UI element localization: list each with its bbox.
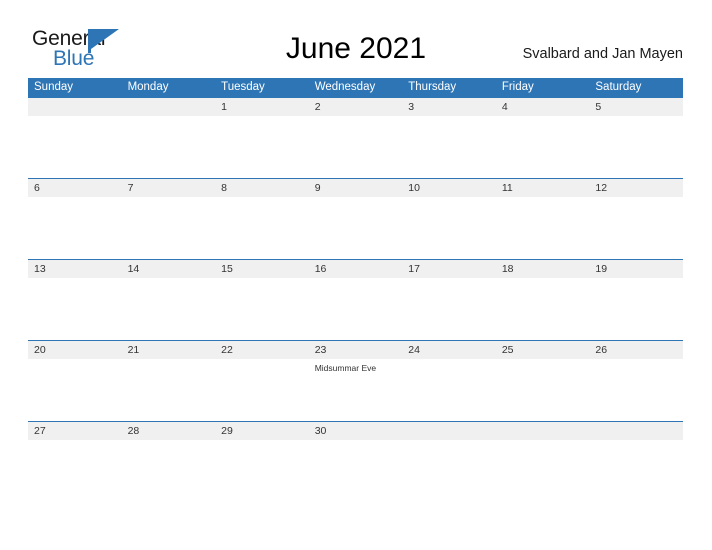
day-events bbox=[309, 278, 403, 339]
day-number[interactable] bbox=[589, 422, 683, 440]
day-number[interactable] bbox=[28, 98, 122, 116]
day-number[interactable] bbox=[402, 422, 496, 440]
day-events bbox=[309, 440, 403, 501]
day-number[interactable]: 9 bbox=[309, 179, 403, 197]
day-number[interactable]: 13 bbox=[28, 260, 122, 278]
day-number[interactable]: 20 bbox=[28, 341, 122, 359]
day-events bbox=[122, 440, 216, 501]
week-row: 6 7 8 9 10 11 12 bbox=[28, 178, 683, 259]
day-number[interactable]: 16 bbox=[309, 260, 403, 278]
day-events bbox=[589, 116, 683, 177]
day-number[interactable]: 10 bbox=[402, 179, 496, 197]
day-number[interactable]: 23 bbox=[309, 341, 403, 359]
day-number[interactable]: 3 bbox=[402, 98, 496, 116]
day-number[interactable]: 18 bbox=[496, 260, 590, 278]
week-row: 1 2 3 4 5 bbox=[28, 97, 683, 178]
week-date-band: 6 7 8 9 10 11 12 bbox=[28, 178, 683, 197]
region-subtitle: Svalbard and Jan Mayen bbox=[522, 46, 683, 62]
day-events bbox=[122, 116, 216, 177]
day-events bbox=[402, 440, 496, 501]
day-events bbox=[402, 197, 496, 258]
week-events-band: Midsummar Eve bbox=[28, 359, 683, 420]
day-events bbox=[215, 278, 309, 339]
day-events bbox=[309, 116, 403, 177]
page-header: General Blue June 2021 Svalbard and Jan … bbox=[0, 0, 712, 78]
weekday-header-sunday: Sunday bbox=[34, 81, 74, 93]
day-number[interactable]: 12 bbox=[589, 179, 683, 197]
day-events bbox=[496, 278, 590, 339]
day-number[interactable]: 5 bbox=[589, 98, 683, 116]
day-events bbox=[589, 278, 683, 339]
day-events bbox=[122, 359, 216, 420]
day-events bbox=[496, 116, 590, 177]
day-events bbox=[122, 197, 216, 258]
day-number[interactable] bbox=[496, 422, 590, 440]
week-events-band bbox=[28, 440, 683, 501]
day-events bbox=[589, 359, 683, 420]
day-number[interactable]: 26 bbox=[589, 341, 683, 359]
day-number[interactable]: 11 bbox=[496, 179, 590, 197]
day-number[interactable]: 19 bbox=[589, 260, 683, 278]
day-events bbox=[215, 197, 309, 258]
day-number[interactable]: 21 bbox=[122, 341, 216, 359]
weekday-header-saturday: Saturday bbox=[595, 81, 642, 93]
weekday-header-row: Sunday Monday Tuesday Wednesday Thursday… bbox=[28, 78, 683, 97]
day-events bbox=[28, 359, 122, 420]
week-row: 27 28 29 30 bbox=[28, 421, 683, 502]
day-events bbox=[122, 278, 216, 339]
day-events bbox=[28, 197, 122, 258]
day-number[interactable]: 8 bbox=[215, 179, 309, 197]
day-number[interactable] bbox=[122, 98, 216, 116]
day-events bbox=[402, 359, 496, 420]
week-events-band bbox=[28, 278, 683, 339]
week-date-band: 20 21 22 23 24 25 26 bbox=[28, 340, 683, 359]
day-events bbox=[589, 440, 683, 501]
day-number[interactable]: 27 bbox=[28, 422, 122, 440]
day-events bbox=[589, 197, 683, 258]
day-number[interactable]: 22 bbox=[215, 341, 309, 359]
week-row: 13 14 15 16 17 18 19 bbox=[28, 259, 683, 340]
day-events bbox=[309, 197, 403, 258]
day-number[interactable]: 25 bbox=[496, 341, 590, 359]
day-events bbox=[215, 359, 309, 420]
week-row: 20 21 22 23 24 25 26 Midsummar Eve bbox=[28, 340, 683, 421]
weekday-header-monday: Monday bbox=[127, 81, 169, 93]
day-number[interactable]: 28 bbox=[122, 422, 216, 440]
calendar-grid: Sunday Monday Tuesday Wednesday Thursday… bbox=[28, 78, 683, 502]
day-events bbox=[215, 440, 309, 501]
day-number[interactable]: 1 bbox=[215, 98, 309, 116]
day-number[interactable]: 6 bbox=[28, 179, 122, 197]
day-events bbox=[402, 116, 496, 177]
day-events: Midsummar Eve bbox=[309, 359, 403, 420]
day-number[interactable]: 29 bbox=[215, 422, 309, 440]
day-number[interactable]: 2 bbox=[309, 98, 403, 116]
holiday-label: Midsummar Eve bbox=[314, 363, 377, 373]
week-events-band bbox=[28, 197, 683, 258]
week-events-band bbox=[28, 116, 683, 177]
weekday-header-tuesday: Tuesday bbox=[221, 81, 265, 93]
day-number[interactable]: 30 bbox=[309, 422, 403, 440]
day-events bbox=[215, 116, 309, 177]
day-events bbox=[496, 440, 590, 501]
day-events bbox=[402, 278, 496, 339]
week-date-band: 27 28 29 30 bbox=[28, 421, 683, 440]
day-number[interactable]: 24 bbox=[402, 341, 496, 359]
day-events bbox=[496, 197, 590, 258]
day-number[interactable]: 14 bbox=[122, 260, 216, 278]
day-events bbox=[28, 278, 122, 339]
day-number[interactable]: 15 bbox=[215, 260, 309, 278]
weekday-header-friday: Friday bbox=[501, 81, 534, 93]
day-events bbox=[28, 440, 122, 501]
weekday-header-wednesday: Wednesday bbox=[314, 81, 376, 93]
day-number[interactable]: 7 bbox=[122, 179, 216, 197]
weekday-header-thursday: Thursday bbox=[408, 81, 457, 93]
day-number[interactable]: 4 bbox=[496, 98, 590, 116]
day-events bbox=[496, 359, 590, 420]
day-number[interactable]: 17 bbox=[402, 260, 496, 278]
day-events bbox=[28, 116, 122, 177]
week-date-band: 1 2 3 4 5 bbox=[28, 97, 683, 116]
week-date-band: 13 14 15 16 17 18 19 bbox=[28, 259, 683, 278]
